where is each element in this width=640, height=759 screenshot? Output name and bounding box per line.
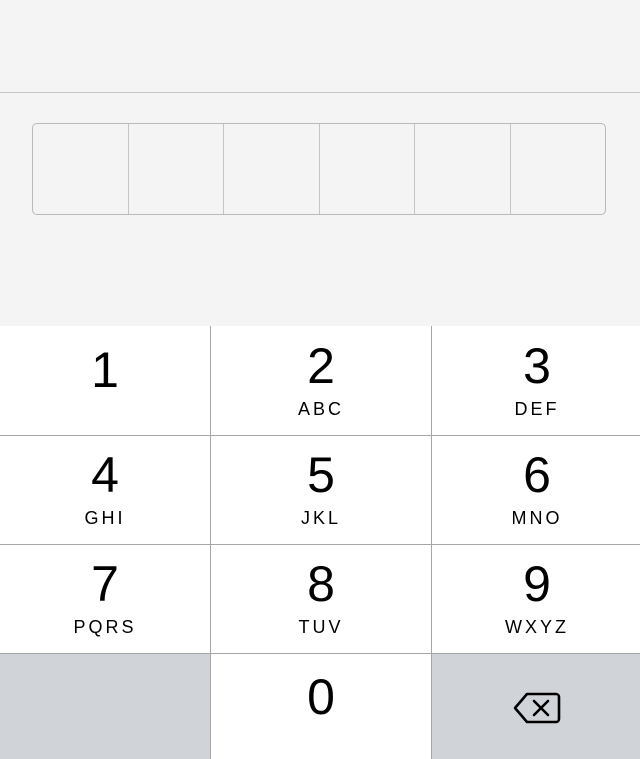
key-letters: JKL: [300, 508, 342, 528]
key-6[interactable]: 6 MNO: [432, 436, 640, 544]
passcode-digit-box-3[interactable]: [224, 124, 320, 214]
key-2[interactable]: 2 ABC: [211, 326, 431, 435]
key-letters: MNO: [511, 508, 563, 528]
key-0[interactable]: 0: [211, 654, 431, 759]
key-1[interactable]: 1: [0, 326, 210, 435]
key-4[interactable]: 4 GHI: [0, 436, 210, 544]
passcode-entry-area: [0, 0, 640, 326]
key-letters: ABC: [297, 398, 344, 419]
key-digit: 2: [307, 337, 335, 394]
key-letters: GHI: [84, 508, 126, 528]
key-digit: 8: [307, 556, 335, 612]
key-digit: 4: [91, 447, 119, 503]
key-7[interactable]: 7 PQRS: [0, 545, 210, 653]
header-divider: [0, 92, 640, 93]
passcode-digit-box-6[interactable]: [511, 124, 606, 214]
passcode-digit-box-5[interactable]: [415, 124, 511, 214]
key-letters: TUV: [298, 617, 344, 637]
key-8[interactable]: 8 TUV: [211, 545, 431, 653]
key-letters: PQRS: [73, 617, 137, 637]
key-letters: DEF: [514, 398, 560, 419]
delete-backspace-icon: [513, 691, 561, 725]
passcode-digit-box-1[interactable]: [33, 124, 129, 214]
key-digit: 5: [307, 447, 335, 503]
passcode-field[interactable]: [32, 123, 606, 215]
key-digit: 6: [523, 447, 551, 503]
key-9[interactable]: 9 WXYZ: [432, 545, 640, 653]
key-digit: 7: [91, 556, 119, 612]
key-letters: WXYZ: [505, 617, 569, 637]
passcode-digit-box-2[interactable]: [129, 124, 224, 214]
key-3[interactable]: 3 DEF: [432, 326, 640, 435]
numeric-keypad: 1 2 ABC 3 DEF 4 GHI 5 JKL 6 MNO 7 PQRS 8: [0, 326, 640, 759]
key-digit: 9: [523, 556, 551, 612]
key-digit: 3: [523, 337, 551, 394]
key-5[interactable]: 5 JKL: [211, 436, 431, 544]
key-digit: 1: [91, 341, 119, 398]
passcode-digit-box-4[interactable]: [320, 124, 415, 214]
passcode-screen: 1 2 ABC 3 DEF 4 GHI 5 JKL 6 MNO 7 PQRS 8: [0, 0, 640, 759]
delete-button[interactable]: [432, 654, 640, 759]
key-digit: 0: [307, 669, 335, 725]
key-blank: [0, 654, 210, 759]
